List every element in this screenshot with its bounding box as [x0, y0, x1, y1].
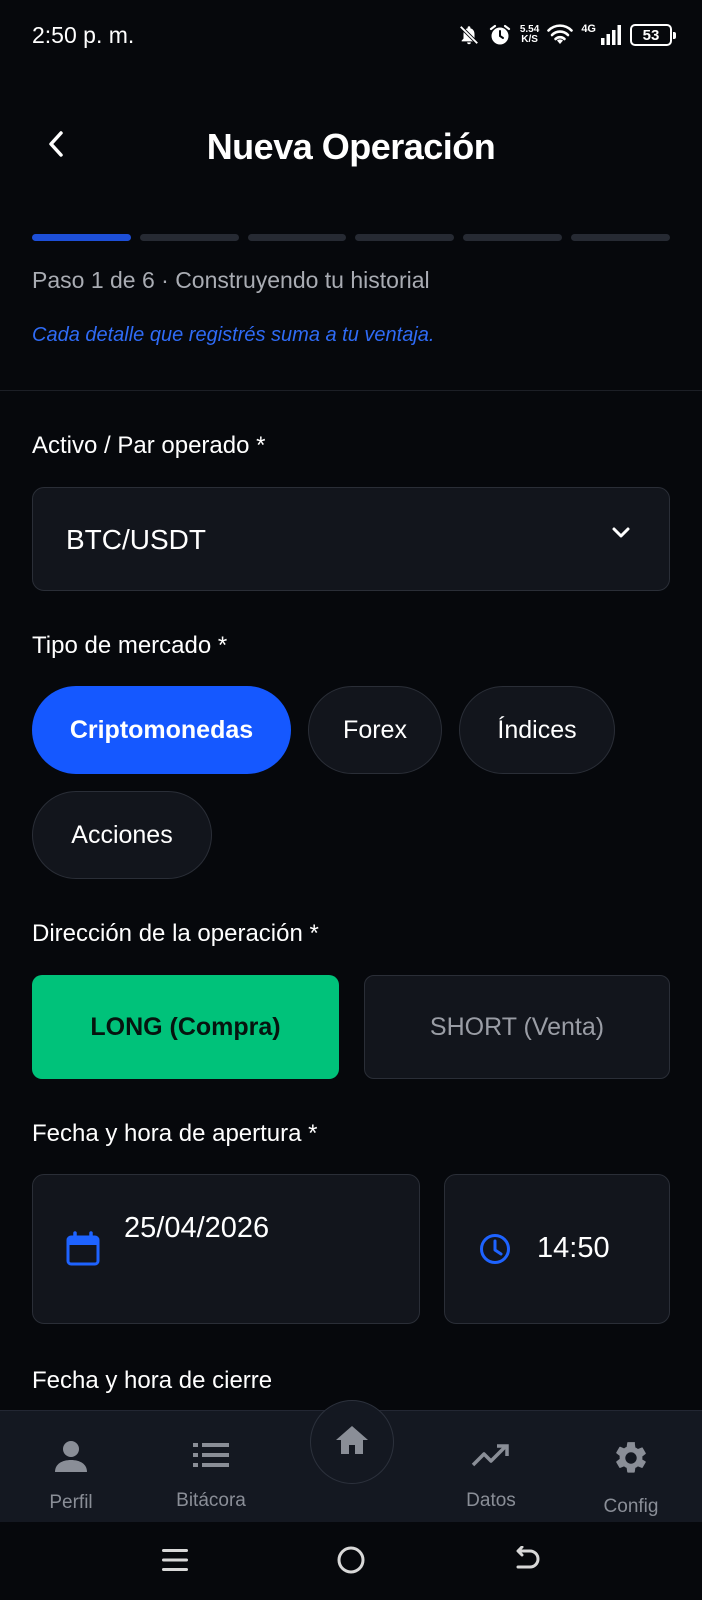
- trending-up-icon: [471, 1439, 511, 1476]
- nav-item-journal[interactable]: Bitácora: [151, 1439, 271, 1512]
- asset-select[interactable]: BTC/USDT: [32, 487, 670, 591]
- nav-label-config: Config: [603, 1496, 659, 1517]
- system-home-button[interactable]: [331, 1542, 371, 1582]
- progress-segment: [463, 234, 563, 241]
- network-speed: 5.54 K/S: [520, 25, 539, 45]
- nav-label-profile: Perfil: [49, 1492, 93, 1513]
- step-progress-bar: [32, 234, 670, 242]
- progress-segment: [247, 234, 347, 241]
- market-chip-indices[interactable]: Índices: [459, 686, 615, 774]
- battery-indicator: 53: [630, 24, 676, 46]
- chevron-down-icon: [611, 526, 631, 545]
- signal-icon: [600, 24, 622, 46]
- open-datetime-label: Fecha y hora de apertura *: [32, 1120, 318, 1147]
- status-bar: 2:50 p. m. 5.54 K/S 4G 53: [0, 0, 702, 72]
- page-title: Nueva Operación: [206, 126, 496, 167]
- system-back-button[interactable]: [507, 1542, 547, 1582]
- circle-icon: [336, 1545, 366, 1580]
- home-button[interactable]: [310, 1400, 394, 1484]
- market-type-label: Tipo de mercado *: [32, 632, 228, 659]
- recent-apps-button[interactable]: [155, 1542, 195, 1582]
- calendar-icon: [66, 1231, 100, 1272]
- direction-label: Dirección de la operación *: [32, 920, 319, 947]
- person-icon: [53, 1439, 89, 1478]
- list-icon: [192, 1439, 230, 1476]
- asset-label: Activo / Par operado *: [32, 432, 266, 459]
- open-time-value: 14:50: [537, 1232, 610, 1264]
- divider: [0, 390, 702, 391]
- open-date-input[interactable]: 25/04/2026: [32, 1174, 420, 1324]
- notifications-off-icon: [458, 23, 480, 47]
- step-indicator-text: Paso 1 de 6 · Construyendo tu historial: [32, 267, 430, 293]
- back-arrow-icon: [512, 1545, 542, 1579]
- nav-item-config[interactable]: Config: [571, 1439, 691, 1518]
- open-date-value: 25/04/2026: [124, 1212, 270, 1244]
- network-type: 4G: [581, 23, 596, 35]
- nav-label-journal: Bitácora: [176, 1490, 246, 1511]
- open-time-input[interactable]: 14:50: [444, 1174, 670, 1324]
- motivation-text: Cada detalle que registrés suma a tu ven…: [32, 324, 435, 346]
- home-icon: [334, 1424, 370, 1461]
- nav-item-data[interactable]: Datos: [431, 1439, 551, 1512]
- market-chip-stocks[interactable]: Acciones: [32, 791, 212, 879]
- market-chip-crypto[interactable]: Criptomonedas: [32, 686, 291, 774]
- long-button[interactable]: LONG (Compra): [32, 975, 339, 1079]
- clock-icon: [479, 1233, 511, 1270]
- status-icons: 5.54 K/S 4G 53: [458, 20, 676, 50]
- close-datetime-label: Fecha y hora de cierre: [32, 1367, 273, 1394]
- nav-item-profile[interactable]: Perfil: [11, 1439, 131, 1514]
- alarm-icon: [488, 23, 512, 47]
- asset-select-value: BTC/USDT: [66, 524, 206, 555]
- menu-icon: [161, 1547, 189, 1578]
- status-time: 2:50 p. m.: [32, 22, 135, 48]
- speed-unit: K/S: [521, 34, 538, 45]
- gear-icon: [612, 1439, 650, 1482]
- short-button[interactable]: SHORT (Venta): [364, 975, 670, 1079]
- progress-segment: [139, 234, 239, 241]
- progress-segment: [32, 234, 131, 241]
- system-navigation-bar: [0, 1522, 702, 1600]
- nav-label-data: Datos: [466, 1490, 516, 1511]
- progress-segment: [571, 234, 670, 241]
- progress-segment: [355, 234, 455, 241]
- market-chip-forex[interactable]: Forex: [308, 686, 442, 774]
- wifi-icon: [547, 24, 574, 46]
